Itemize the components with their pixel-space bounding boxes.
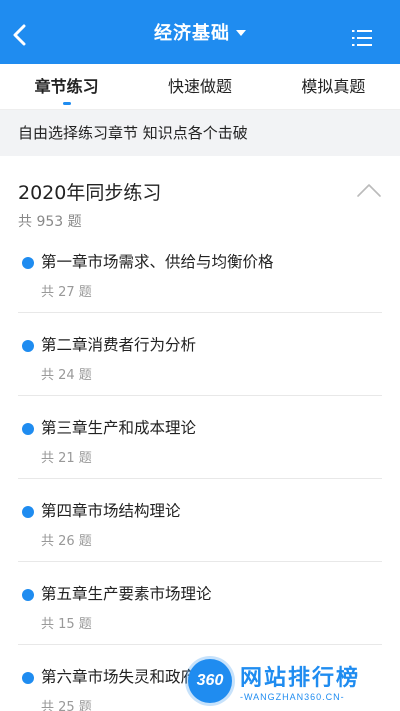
- bullet-dot: [22, 257, 34, 269]
- list-item[interactable]: 第五章生产要素市场理论 共 15 题: [18, 562, 382, 645]
- subject-selector[interactable]: 经济基础: [0, 0, 400, 64]
- chevron-up-icon: [357, 184, 381, 197]
- chapter-title: 第五章生产要素市场理论: [41, 585, 212, 603]
- bullet-dot: [22, 423, 34, 435]
- top-bar: 经济基础: [0, 0, 400, 64]
- tab-mock-exam[interactable]: 模拟真题: [267, 64, 400, 109]
- watermark-logo: 360: [188, 659, 232, 703]
- chapter-count: 共 24 题: [41, 368, 92, 383]
- chapter-count: 共 25 题: [41, 700, 92, 711]
- tab-chapter-practice[interactable]: 章节练习: [0, 64, 133, 109]
- watermark-main-text: 网站排行榜: [240, 666, 361, 691]
- section-header[interactable]: 2020年同步练习 共 953 题: [18, 156, 382, 230]
- chapter-title: 第六章市场失灵和政府的: [41, 668, 212, 686]
- tab-bar: 章节练习 快速做题 模拟真题: [0, 64, 400, 110]
- list-item[interactable]: 第二章消费者行为分析 共 24 题: [18, 313, 382, 396]
- caret-down-icon: [236, 30, 246, 36]
- section-title: 2020年同步练习: [18, 182, 162, 204]
- page-title: 经济基础: [154, 23, 230, 44]
- tab-label: 章节练习: [34, 77, 99, 96]
- chapter-list: 第一章市场需求、供给与均衡价格 共 27 题 第二章消费者行为分析 共 24 题…: [18, 230, 382, 711]
- tab-active-indicator: [62, 102, 71, 105]
- practice-section: 2020年同步练习 共 953 题 第一章市场需求、供给与均衡价格 共 27 题…: [0, 156, 400, 711]
- section-count: 共 953 题: [18, 214, 82, 230]
- chapter-count: 共 26 题: [41, 534, 92, 549]
- collapse-button[interactable]: [356, 182, 382, 198]
- chapter-title: 第一章市场需求、供给与均衡价格: [41, 253, 274, 271]
- chapter-count: 共 15 题: [41, 617, 92, 632]
- bullet-dot: [22, 589, 34, 601]
- list-item[interactable]: 第三章生产和成本理论 共 21 题: [18, 396, 382, 479]
- chapter-title: 第二章消费者行为分析: [41, 336, 197, 354]
- chapter-count: 共 21 题: [41, 451, 92, 466]
- chapter-title: 第四章市场结构理论: [41, 502, 181, 520]
- bullet-dot: [22, 506, 34, 518]
- list-item[interactable]: 第一章市场需求、供给与均衡价格 共 27 题: [18, 230, 382, 313]
- watermark: 360 网站排行榜 -WANGZHAN360.CN-: [188, 659, 388, 703]
- list-item[interactable]: 第四章市场结构理论 共 26 题: [18, 479, 382, 562]
- chapter-count: 共 27 题: [41, 285, 92, 300]
- hint-banner: 自由选择练习章节 知识点各个击破: [0, 110, 400, 156]
- watermark-sub-text: -WANGZHAN360.CN-: [240, 692, 345, 702]
- bullet-dot: [22, 672, 34, 684]
- list-menu-icon: [352, 30, 372, 46]
- tab-label: 模拟真题: [301, 77, 366, 96]
- menu-button[interactable]: [352, 30, 374, 46]
- tab-label: 快速做题: [167, 77, 232, 96]
- watermark-text: 网站排行榜 -WANGZHAN360.CN-: [240, 660, 360, 702]
- bullet-dot: [22, 340, 34, 352]
- tab-quick-practice[interactable]: 快速做题: [133, 64, 266, 109]
- chapter-title: 第三章生产和成本理论: [41, 419, 197, 437]
